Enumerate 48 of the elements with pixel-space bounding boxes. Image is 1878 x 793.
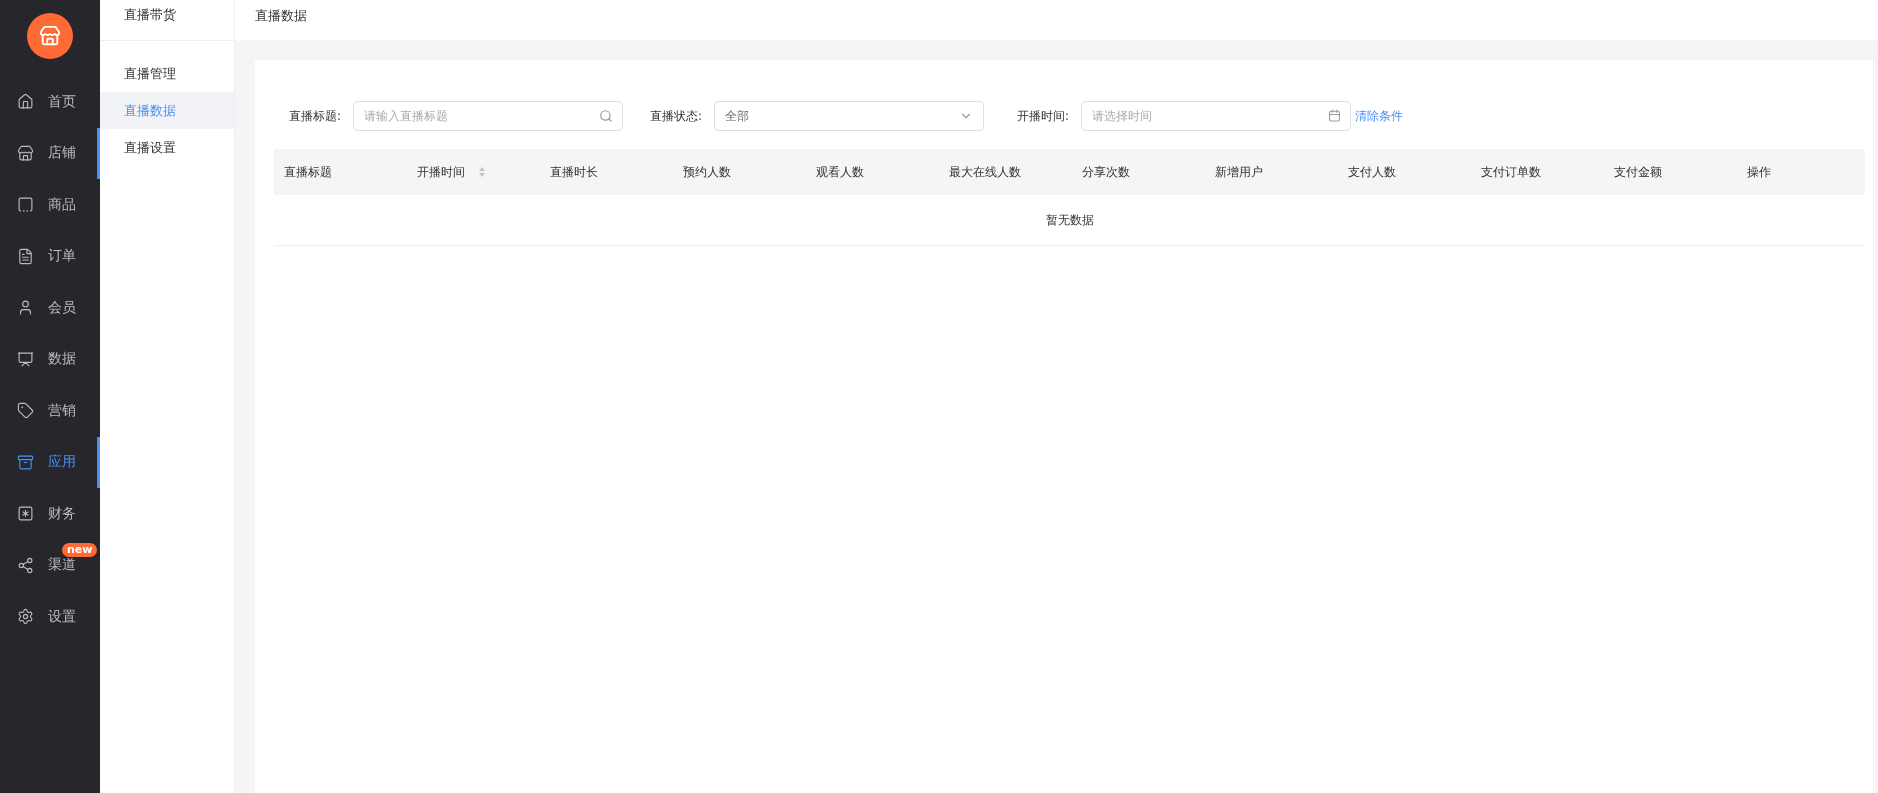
column-header: 支付人数 — [1348, 163, 1396, 181]
nav-item[interactable]: new 渠道 — [0, 539, 100, 591]
column-header: 支付金额 — [1614, 163, 1662, 181]
nav-item[interactable]: 订单 — [0, 230, 100, 282]
date-picker-field[interactable]: 请选择时间 — [1081, 101, 1351, 131]
nav-item[interactable]: 数据 — [0, 333, 100, 385]
column-header: 新增用户 — [1215, 163, 1263, 181]
nav-item[interactable]: 会员 — [0, 282, 100, 334]
nav-item[interactable]: 营销 — [0, 385, 100, 437]
tag-icon — [17, 402, 34, 420]
column-header: 观看人数 — [816, 163, 864, 181]
square-icon — [17, 196, 34, 214]
column-header: 直播标题 — [284, 163, 332, 181]
filter-label: 开播时间: — [1015, 107, 1070, 125]
title-search-field[interactable]: 请输入直播标题 — [353, 101, 623, 131]
settings-icon — [17, 608, 34, 626]
nav-item[interactable]: 设置 — [0, 591, 100, 643]
nav-item[interactable]: 财务 — [0, 488, 100, 540]
store-icon — [17, 144, 34, 162]
share-icon — [17, 556, 34, 574]
page-header: 直播数据 — [235, 0, 1878, 40]
column-header: 支付订单数 — [1481, 163, 1541, 181]
document-icon — [17, 247, 34, 265]
column-header: 最大在线人数 — [949, 163, 1021, 181]
store-logo-icon — [27, 13, 73, 59]
sort-icon[interactable] — [479, 167, 485, 177]
box-icon — [17, 453, 34, 471]
user-icon — [17, 299, 34, 317]
new-badge: new — [62, 542, 98, 557]
column-header: 分享次数 — [1082, 163, 1130, 181]
section-title: 直播带货 — [100, 0, 234, 41]
nav-item[interactable]: 商品 — [0, 179, 100, 231]
filter-label: 直播状态: — [648, 107, 703, 125]
filter-label: 直播标题: — [287, 107, 342, 125]
status-select[interactable]: 全部 — [714, 101, 984, 131]
column-header: 直播时长 — [550, 163, 598, 181]
calendar-icon — [1328, 109, 1341, 122]
column-header: 预约人数 — [683, 163, 731, 181]
column-header: 开播时间 — [417, 163, 465, 181]
search-icon — [599, 109, 613, 123]
chart-icon — [17, 350, 34, 368]
home-icon — [17, 93, 34, 111]
column-header: 操作 — [1747, 163, 1771, 181]
nav-item[interactable]: 首页 — [0, 76, 100, 128]
sub-nav-item[interactable]: 直播管理 — [100, 55, 234, 92]
sub-nav-item[interactable]: 直播设置 — [100, 129, 234, 166]
square-asterisk-icon — [17, 505, 34, 523]
empty-message: 暂无数据 — [1045, 211, 1094, 229]
